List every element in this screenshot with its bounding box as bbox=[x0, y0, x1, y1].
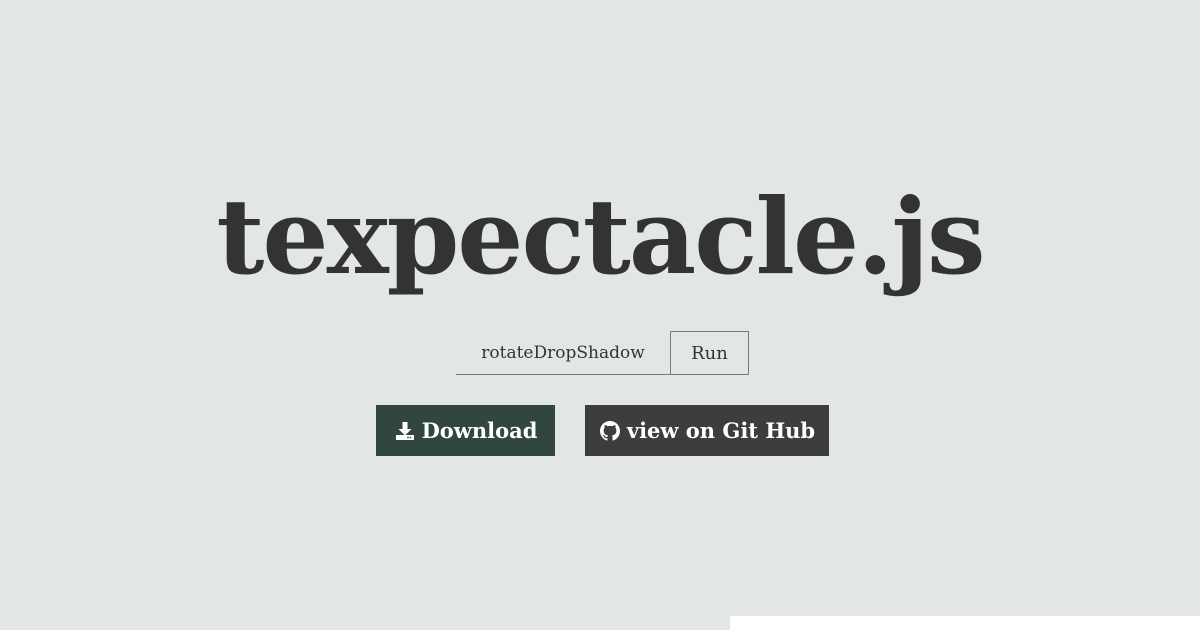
page-title: texpectacle.js bbox=[216, 175, 985, 298]
bottom-corner-panel bbox=[730, 616, 1200, 630]
download-button[interactable]: Download bbox=[376, 405, 555, 456]
download-icon bbox=[394, 420, 416, 442]
effect-name-input[interactable] bbox=[456, 331, 670, 375]
github-icon bbox=[599, 420, 621, 442]
view-on-github-button[interactable]: view on Git Hub bbox=[585, 405, 829, 456]
github-label: view on Git Hub bbox=[626, 418, 816, 443]
run-button[interactable]: Run bbox=[670, 331, 749, 375]
download-label: Download bbox=[421, 418, 538, 443]
effect-form: Run bbox=[456, 331, 749, 375]
